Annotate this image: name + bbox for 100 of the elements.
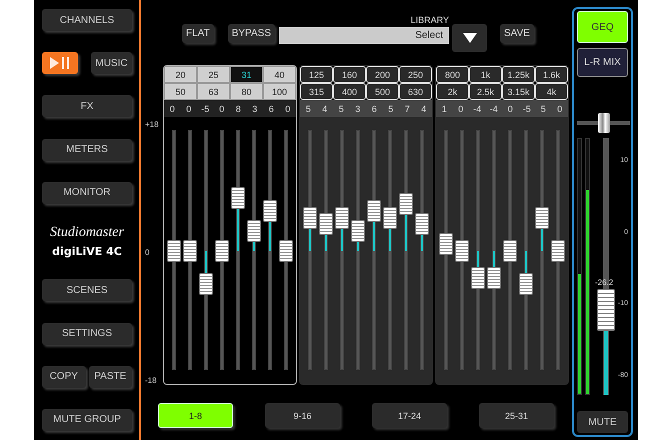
frequency-cell[interactable]: 25	[197, 66, 230, 83]
gain-value: 0	[556, 102, 564, 116]
frequency-cell[interactable]: 4k	[535, 83, 568, 100]
scale-label: +18	[145, 121, 160, 129]
fader-thumb[interactable]	[167, 240, 181, 262]
nav-button[interactable]: MUSIC	[91, 52, 132, 74]
gain-value: 6	[370, 102, 378, 116]
master-tab[interactable]: GEQ	[577, 11, 628, 43]
frequency-cell[interactable]: 200	[366, 66, 399, 83]
gain-value: 0	[457, 102, 464, 116]
fader-thumb[interactable]	[215, 240, 229, 262]
frequency-cell[interactable]: 1.6k	[535, 66, 568, 83]
frequency-cell[interactable]: 63	[197, 83, 230, 100]
library-label: LIBRARY	[410, 15, 449, 25]
frequency-cell[interactable]: 160	[333, 66, 366, 83]
frequency-cell[interactable]: 500	[366, 83, 399, 100]
nav-button[interactable]: MUTE GROUP	[42, 408, 132, 431]
play-pause-icon	[50, 57, 70, 70]
mute-button[interactable]: MUTE	[577, 411, 628, 433]
bank-tab[interactable]: 25-31	[479, 403, 554, 428]
bank-tab[interactable]: 9-16	[265, 403, 340, 428]
gain-value: 4	[321, 102, 328, 116]
fader-thumb[interactable]	[351, 220, 365, 242]
fader-thumb[interactable]	[471, 266, 485, 289]
frequency-cell[interactable]: 1k	[469, 66, 502, 83]
scale-label: 0	[145, 249, 150, 257]
frequency-cell[interactable]: 50	[164, 83, 197, 100]
nav-button[interactable]: FX	[42, 95, 132, 118]
frequency-cell[interactable]: 125	[300, 66, 333, 83]
frequency-cell[interactable]: 2.5k	[469, 83, 502, 100]
nav-button[interactable]: MONITOR	[42, 182, 132, 204]
nav-button[interactable]: COPY	[42, 366, 86, 388]
bank-tab[interactable]: 17-24	[372, 403, 447, 428]
fader-thumb[interactable]	[535, 206, 549, 229]
eq-band-group[interactable]: 800 1k 1.25k 1.6k 2k 2.5k 3.15k 4k 1 0 -4 -4 0 -5 5 0	[435, 65, 569, 385]
gain-value: 3	[251, 102, 258, 116]
frequency-cell[interactable]: 31	[230, 66, 263, 83]
gain-value: 0	[185, 102, 192, 116]
gain-value: 0	[506, 102, 514, 116]
gain-value: -5	[522, 102, 532, 116]
library-field[interactable]: Select	[279, 27, 449, 44]
frequency-cell[interactable]: 400	[333, 83, 366, 100]
fader-thumb[interactable]	[247, 220, 261, 242]
nav-button[interactable]: CHANNELS	[42, 9, 132, 31]
nav-button[interactable]: PASTE	[88, 366, 132, 388]
frequency-cell[interactable]: 100	[263, 83, 296, 100]
gain-value: -5	[200, 102, 210, 116]
nav-button[interactable]: METERS	[42, 138, 132, 161]
frequency-cell[interactable]: 630	[399, 83, 432, 100]
gain-value: 5	[540, 102, 547, 116]
fader-thumb[interactable]	[415, 213, 429, 236]
fader-thumb[interactable]	[335, 206, 349, 229]
fader-thumb[interactable]	[319, 213, 333, 236]
fader-thumb[interactable]	[519, 273, 533, 296]
gain-value: -4	[488, 102, 499, 116]
gain-value: 3	[354, 102, 362, 116]
fader-thumb[interactable]	[439, 233, 453, 256]
frequency-cell[interactable]: 20	[164, 66, 197, 83]
master-tab[interactable]: L-R MIX	[577, 48, 628, 77]
fader-thumb[interactable]	[455, 240, 469, 262]
eq-band-group[interactable]: 20 25 31 40 50 63 80 100 0 0 -5 0 8 3 6 0	[163, 65, 297, 385]
fader-thumb[interactable]	[303, 206, 317, 229]
fader-thumb[interactable]	[503, 240, 517, 262]
toolbar-button[interactable]: BYPASS	[228, 24, 275, 43]
fader-thumb[interactable]	[183, 240, 197, 262]
fader-thumb[interactable]	[199, 273, 213, 296]
fader-thumb[interactable]	[367, 200, 381, 222]
frequency-cell[interactable]: 40	[263, 66, 296, 83]
eq-band-group[interactable]: 125 160 200 250 315 400 500 630 5 4 5 3 6 5 7 4	[299, 65, 433, 385]
frequency-cell[interactable]: 3.15k	[502, 83, 535, 100]
gain-value: 1	[440, 102, 448, 116]
gain-value: 5	[338, 102, 345, 116]
save-button[interactable]: SAVE	[500, 24, 534, 43]
fader-thumb[interactable]	[487, 266, 501, 289]
gain-value: 7	[404, 102, 411, 116]
frequency-cell[interactable]: 80	[230, 83, 263, 100]
frequency-cell[interactable]: 2k	[436, 83, 469, 100]
fader-thumb[interactable]	[399, 193, 413, 216]
fader-thumb[interactable]	[383, 206, 397, 229]
frequency-cell[interactable]: 800	[436, 66, 469, 83]
toolbar-button[interactable]: FLAT	[182, 24, 214, 43]
master-fader-thumb[interactable]	[597, 289, 615, 332]
gain-value: 0	[218, 102, 226, 116]
frequency-cell[interactable]: 250	[399, 66, 432, 83]
fader-reading: -26.2	[595, 278, 614, 288]
fader-thumb[interactable]	[551, 240, 565, 262]
play-pause-button[interactable]	[42, 52, 78, 74]
gain-value: 5	[387, 102, 394, 116]
pan-thumb[interactable]	[598, 113, 610, 133]
nav-button[interactable]: SETTINGS	[42, 322, 132, 345]
fader-thumb[interactable]	[263, 200, 277, 222]
fader-thumb[interactable]	[279, 240, 293, 262]
bank-tab[interactable]: 1-8	[158, 403, 233, 428]
frequency-cell[interactable]: 1.25k	[502, 66, 535, 83]
nav-button[interactable]: SCENES	[42, 279, 132, 302]
dropdown-button[interactable]	[452, 24, 487, 52]
frequency-cell[interactable]: 315	[300, 83, 333, 100]
fader-thumb[interactable]	[231, 186, 245, 209]
gain-value: 6	[268, 102, 275, 116]
brand-logo: Studiomaster	[50, 225, 124, 242]
